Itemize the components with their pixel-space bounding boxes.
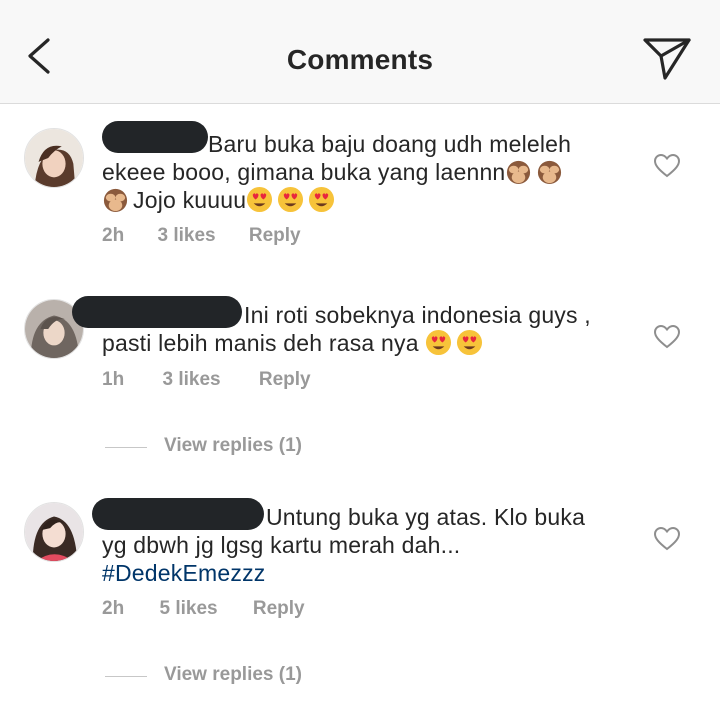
reply-button[interactable]: Reply — [259, 369, 311, 391]
comment-text: Untung buka yg atas. Klo buka yg dbwh jg… — [102, 503, 622, 587]
heart-icon[interactable] — [653, 153, 681, 178]
reply-button[interactable]: Reply — [249, 225, 301, 247]
reply-button[interactable]: Reply — [253, 598, 305, 620]
heart-eyes-emoji-icon — [456, 329, 483, 356]
see-no-evil-monkey-icon — [102, 186, 129, 213]
heart-icon[interactable] — [653, 324, 681, 349]
heart-eyes-emoji-icon — [277, 186, 304, 213]
heart-eyes-emoji-icon — [425, 329, 452, 356]
avatar[interactable] — [24, 128, 84, 188]
comment-timestamp: 2h — [102, 225, 125, 246]
see-no-evil-monkey-icon — [505, 158, 532, 185]
heart-icon[interactable] — [653, 526, 681, 551]
likes-count[interactable]: 5 likes — [159, 598, 217, 620]
divider — [105, 676, 147, 677]
page-title: Comments — [286, 44, 434, 75]
likes-count[interactable]: 3 likes — [162, 369, 220, 391]
heart-eyes-emoji-icon — [246, 186, 273, 213]
hashtag-link[interactable]: #DedekEmezzz — [102, 559, 622, 587]
view-replies-label[interactable]: View replies (1) — [164, 664, 302, 686]
avatar[interactable] — [24, 502, 84, 562]
comment-text: Baru buka baju doang udh meleleh ekeee b… — [102, 131, 572, 213]
comment-timestamp: 2h — [102, 598, 125, 619]
likes-count[interactable]: 3 likes — [157, 225, 215, 247]
comment-timestamp: 1h — [102, 369, 125, 390]
header-bar: Comments — [0, 0, 720, 104]
see-no-evil-monkey-icon — [536, 158, 563, 185]
divider — [105, 447, 147, 448]
heart-eyes-emoji-icon — [308, 186, 335, 213]
paper-plane-icon[interactable] — [643, 36, 691, 80]
view-replies-label[interactable]: View replies (1) — [164, 435, 302, 457]
comment-text: Ini roti sobeknya indonesia guys , pasti… — [102, 302, 591, 356]
